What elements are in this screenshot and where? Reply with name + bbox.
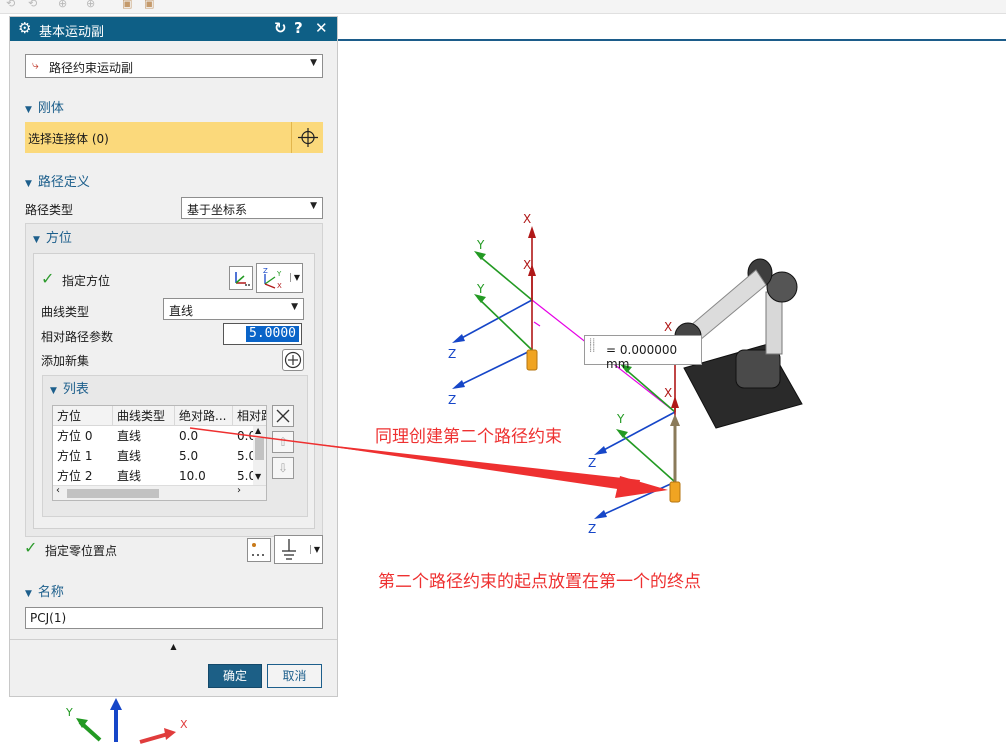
arrow-head-icon	[594, 510, 607, 519]
annotation-text: 同理创建第二个路径约束	[375, 427, 562, 447]
dimension-tooltip[interactable]: ⁞⁞ ⁞⁞ = 0.000000 mm	[584, 335, 702, 371]
axis-label-z: Z	[588, 456, 597, 470]
point-marker	[669, 481, 681, 503]
axis-label-x: X	[523, 258, 532, 272]
z-axis-line	[599, 411, 676, 453]
axis-label-x: X	[664, 386, 673, 400]
z-axis-line	[457, 349, 533, 387]
arrow-head-icon	[594, 446, 607, 455]
csys-second-lower	[594, 396, 681, 519]
axis-label-x: X	[523, 212, 532, 226]
axis-label-y: Y	[477, 238, 485, 252]
view-triad	[76, 698, 176, 744]
point-marker	[526, 349, 538, 371]
axis-label-z: Z	[588, 522, 597, 536]
axis-label-y: Y	[477, 282, 485, 296]
robot-base-joint	[735, 349, 781, 389]
arrow-head-icon	[164, 728, 176, 740]
annotation-text: 第二个路径约束的起点放置在第一个的终点	[378, 572, 701, 592]
triad-label-y: Y	[66, 706, 73, 719]
csys-upper	[452, 226, 536, 343]
triad-label-x: X	[180, 718, 188, 731]
axis-label-y: Y	[617, 412, 625, 426]
axis-label-z: Z	[448, 393, 457, 407]
viewport-canvas[interactable]	[0, 0, 1006, 744]
dimension-value: = 0.000000 mm	[606, 343, 678, 371]
arrow-head-icon	[670, 414, 680, 426]
arrow-head-icon	[616, 429, 628, 438]
drag-handle-icon[interactable]: ⁞⁞ ⁞⁞	[589, 338, 595, 355]
axis-label-z: Z	[448, 347, 457, 361]
y-axis-line	[619, 432, 676, 483]
path-line	[533, 321, 541, 327]
z-axis-line	[457, 299, 533, 341]
arrow-head-icon	[452, 380, 465, 389]
arrow-head-icon	[474, 251, 486, 260]
triad-x-axis	[139, 732, 169, 744]
robot-upper-link	[689, 269, 767, 341]
arrow-head-icon	[110, 698, 122, 710]
axis-label-x: X	[664, 320, 673, 334]
csys-lower	[452, 264, 538, 389]
arrow-head-icon	[452, 334, 465, 343]
arrow-head-icon	[528, 226, 536, 238]
